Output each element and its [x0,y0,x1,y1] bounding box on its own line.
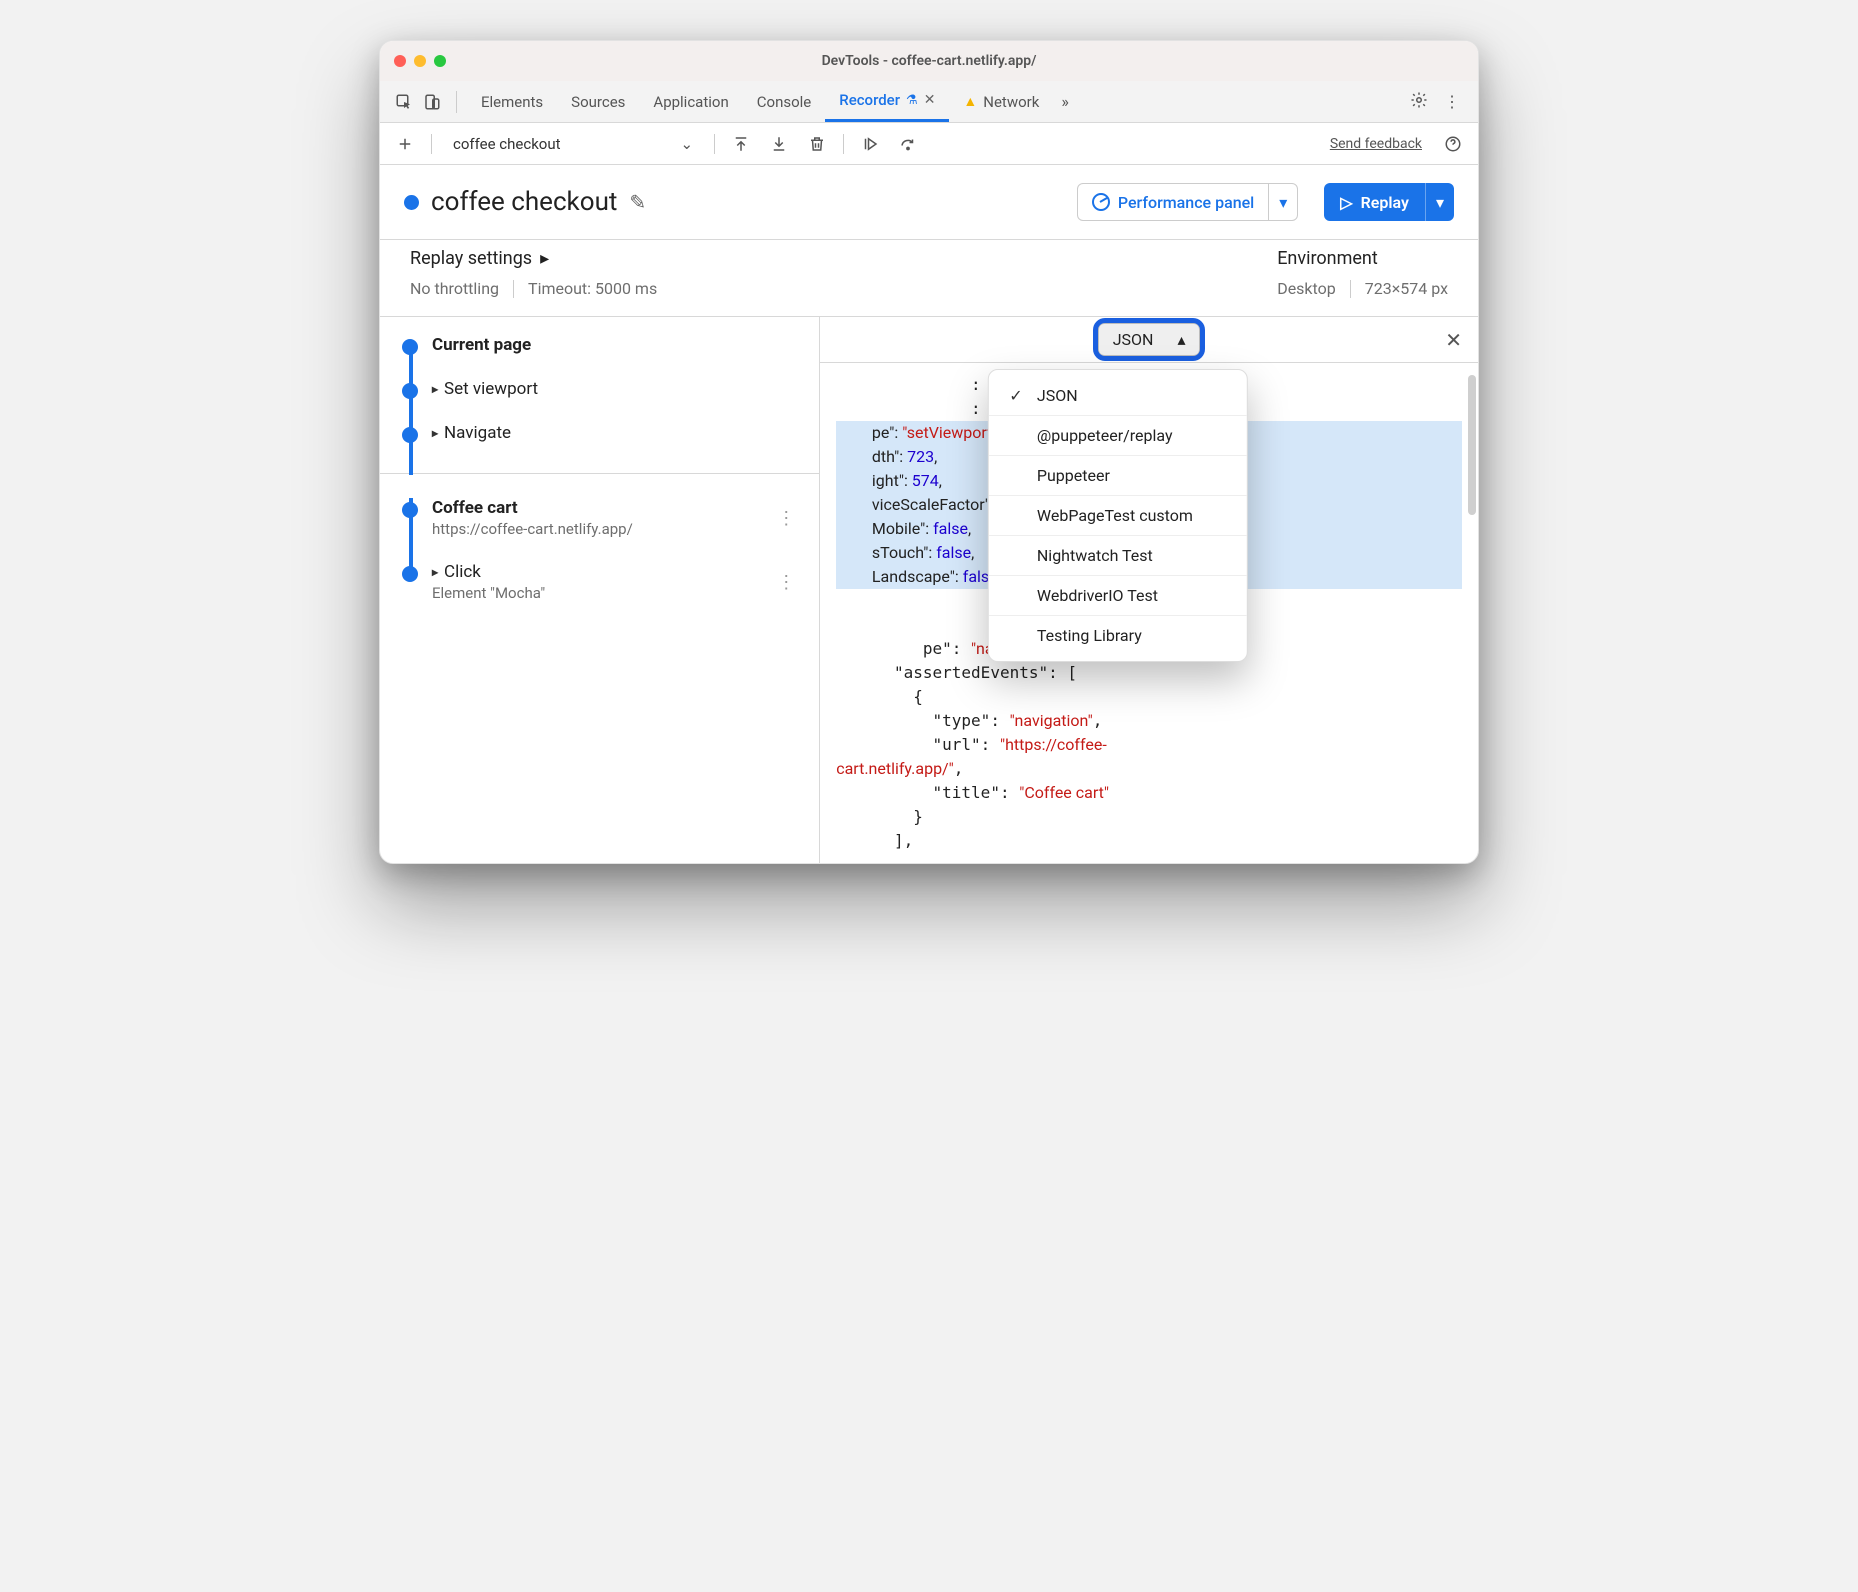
replay-dropdown[interactable]: ▾ [1425,183,1454,221]
step-bullet [402,383,418,399]
step-subtitle: https://coffee-cart.netlify.app/ [432,520,757,538]
chevron-down-icon: ⌄ [681,135,694,153]
format-dropdown: ✓JSON @puppeteer/replay Puppeteer WebPag… [988,369,1248,662]
chevron-right-icon: ▸ [432,565,438,579]
more-tabs-icon[interactable]: » [1053,92,1077,111]
format-option-testing-library[interactable]: Testing Library [989,616,1247,655]
step-bullet [402,502,418,518]
step-subtitle: Element "Mocha" [432,584,757,602]
steps-list: Current page ▸Set viewport ▸Navigate Cof… [380,317,819,863]
performance-panel-dropdown[interactable]: ▾ [1268,184,1297,220]
scrollbar-thumb[interactable] [1468,375,1476,515]
code-pane: JSON ▴ ✕ ✓JSON @puppeteer/replay Puppete… [819,317,1478,863]
step-click[interactable]: ▸Click Element "Mocha" ⋮ [380,550,819,614]
warning-icon: ▲ [963,93,977,110]
close-window-button[interactable] [394,55,406,67]
step-menu-icon[interactable]: ⋮ [771,508,801,529]
step-bullet [402,339,418,355]
step-bullet [402,427,418,443]
replay-button[interactable]: ▷ Replay [1324,193,1425,212]
tab-elements[interactable]: Elements [467,81,557,122]
step-current-page[interactable]: Current page [380,323,819,367]
window-title: DevTools - coffee-cart.netlify.app/ [380,53,1478,69]
step-set-viewport[interactable]: ▸Set viewport [380,367,819,411]
step-bullet [402,566,418,582]
performance-panel-main[interactable]: Performance panel [1078,193,1268,212]
devtools-tabs: Elements Sources Application Console Rec… [380,81,1478,123]
tab-sources[interactable]: Sources [557,81,639,122]
kebab-menu-icon[interactable]: ⋮ [1436,92,1468,111]
divider [456,91,457,113]
format-option-webdriverio[interactable]: WebdriverIO Test [989,576,1247,616]
caret-up-icon: ▴ [1177,330,1185,349]
edit-title-icon[interactable]: ✎ [629,190,646,214]
throttling-value: No throttling [410,279,499,298]
add-recording-button[interactable] [390,129,420,159]
recording-header: coffee checkout ✎ Performance panel ▾ ▷ … [380,165,1478,239]
tab-recorder[interactable]: Recorder ⚗ ✕ [825,81,949,122]
step-navigate[interactable]: ▸Navigate [380,411,819,455]
performance-panel-button: Performance panel ▾ [1077,183,1298,221]
tab-application[interactable]: Application [639,81,742,122]
play-icon: ▷ [1340,193,1352,212]
minimize-window-button[interactable] [414,55,426,67]
titlebar: DevTools - coffee-cart.netlify.app/ [380,41,1478,81]
recording-title: coffee checkout [431,187,617,217]
recording-select[interactable]: coffee checkout ⌄ [443,129,703,159]
code-toolbar: JSON ▴ ✕ [820,317,1478,363]
devtools-window: DevTools - coffee-cart.netlify.app/ Elem… [379,40,1479,864]
maximize-window-button[interactable] [434,55,446,67]
recorder-toolbar: coffee checkout ⌄ Send feedback [380,123,1478,165]
device-toolbar-icon[interactable] [418,93,446,111]
recording-status-dot [404,195,419,210]
format-option-puppeteer[interactable]: Puppeteer [989,456,1247,496]
settings-gear-icon[interactable] [1402,91,1436,113]
close-code-pane-icon[interactable]: ✕ [1445,328,1462,352]
import-button[interactable] [764,129,794,159]
check-icon: ✓ [1007,386,1025,405]
gauge-icon [1092,193,1110,211]
format-select[interactable]: JSON ▴ [1098,323,1201,356]
format-option-webpagetest[interactable]: WebPageTest custom [989,496,1247,536]
chevron-right-icon: ▸ [432,426,438,440]
step-button[interactable] [855,129,885,159]
format-option-puppeteer-replay[interactable]: @puppeteer/replay [989,416,1247,456]
format-option-nightwatch[interactable]: Nightwatch Test [989,536,1247,576]
timeout-value: Timeout: 5000 ms [528,279,657,298]
help-icon[interactable] [1438,129,1468,159]
recorder-body: Current page ▸Set viewport ▸Navigate Cof… [380,317,1478,863]
chevron-right-icon: ▸ [540,248,549,269]
step-over-button[interactable] [893,129,923,159]
format-option-json[interactable]: ✓JSON [989,376,1247,416]
send-feedback-link[interactable]: Send feedback [1330,136,1422,152]
close-tab-icon[interactable]: ✕ [924,92,936,108]
environment-size: 723×574 px [1365,279,1448,298]
environment-title: Environment [1277,248,1378,269]
delete-button[interactable] [802,129,832,159]
export-button[interactable] [726,129,756,159]
inspect-icon[interactable] [390,93,418,111]
replay-button-group: ▷ Replay ▾ [1324,183,1454,221]
environment-device: Desktop [1277,279,1336,298]
step-coffee-cart[interactable]: Coffee cart https://coffee-cart.netlify.… [380,474,819,550]
window-controls [394,55,446,67]
tab-network[interactable]: ▲ Network [949,81,1053,122]
settings-row: Replay settings▸ No throttling Timeout: … [380,239,1478,317]
tab-console[interactable]: Console [743,81,826,122]
chevron-right-icon: ▸ [432,382,438,396]
flask-icon: ⚗ [906,93,918,108]
step-menu-icon[interactable]: ⋮ [771,572,801,593]
replay-settings-toggle[interactable]: Replay settings▸ [410,248,657,269]
